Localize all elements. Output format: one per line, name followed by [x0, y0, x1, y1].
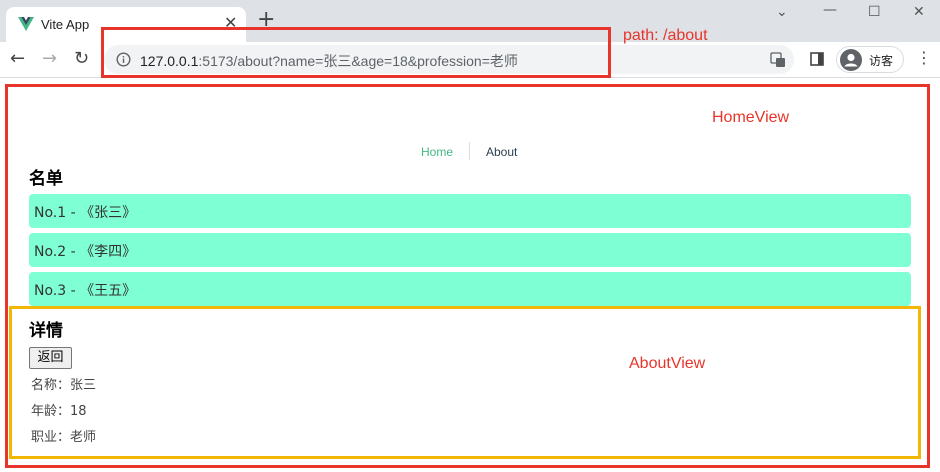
homeview-annotation: HomeView — [712, 109, 790, 126]
avatar-icon — [840, 49, 862, 71]
list-item[interactable]: No.2 - 《李四》 — [29, 233, 911, 267]
chevron-down-icon[interactable]: ⌄ — [776, 4, 788, 20]
detail-age: 年龄：18 — [31, 404, 87, 419]
list-item-label: No.1 - 《张三》 — [34, 205, 137, 221]
maximize-icon[interactable]: ☐ — [868, 4, 881, 20]
menu-icon[interactable]: ⋮ — [916, 48, 932, 67]
detail-name: 名称：张三 — [31, 378, 97, 393]
nav-about-link[interactable]: About — [486, 145, 517, 159]
path-annotation: path: /about — [623, 27, 708, 44]
list-item[interactable]: No.3 - 《王五》 — [29, 272, 911, 306]
nav-home-link[interactable]: Home — [421, 145, 453, 159]
back-arrow-icon[interactable]: ← — [10, 48, 25, 69]
aboutview-annotation: AboutView — [629, 355, 706, 372]
vue-logo-icon — [18, 17, 34, 31]
minimize-icon[interactable]: — — [823, 2, 837, 18]
side-panel-icon[interactable] — [810, 52, 824, 66]
list-item[interactable]: No.1 - 《张三》 — [29, 194, 911, 228]
detail-profession: 职业：老师 — [31, 430, 97, 445]
aboutview-highlight-box — [9, 306, 921, 459]
back-button[interactable]: 返回 — [29, 347, 72, 369]
url-highlight-box — [101, 27, 611, 78]
profile-label: 访客 — [869, 54, 894, 68]
list-item-label: No.2 - 《李四》 — [34, 244, 137, 260]
forward-arrow-icon[interactable]: → — [42, 48, 57, 69]
reload-icon[interactable]: ↻ — [74, 48, 89, 69]
translate-icon[interactable] — [770, 52, 786, 68]
list-title: 名单 — [29, 169, 63, 189]
detail-title: 详情 — [29, 321, 63, 341]
profile-button[interactable]: 访客 — [836, 46, 904, 73]
tab-title: Vite App — [41, 17, 90, 32]
close-window-icon[interactable]: ✕ — [913, 4, 925, 20]
list-item-label: No.3 - 《王五》 — [34, 283, 137, 299]
nav-divider — [469, 142, 470, 160]
